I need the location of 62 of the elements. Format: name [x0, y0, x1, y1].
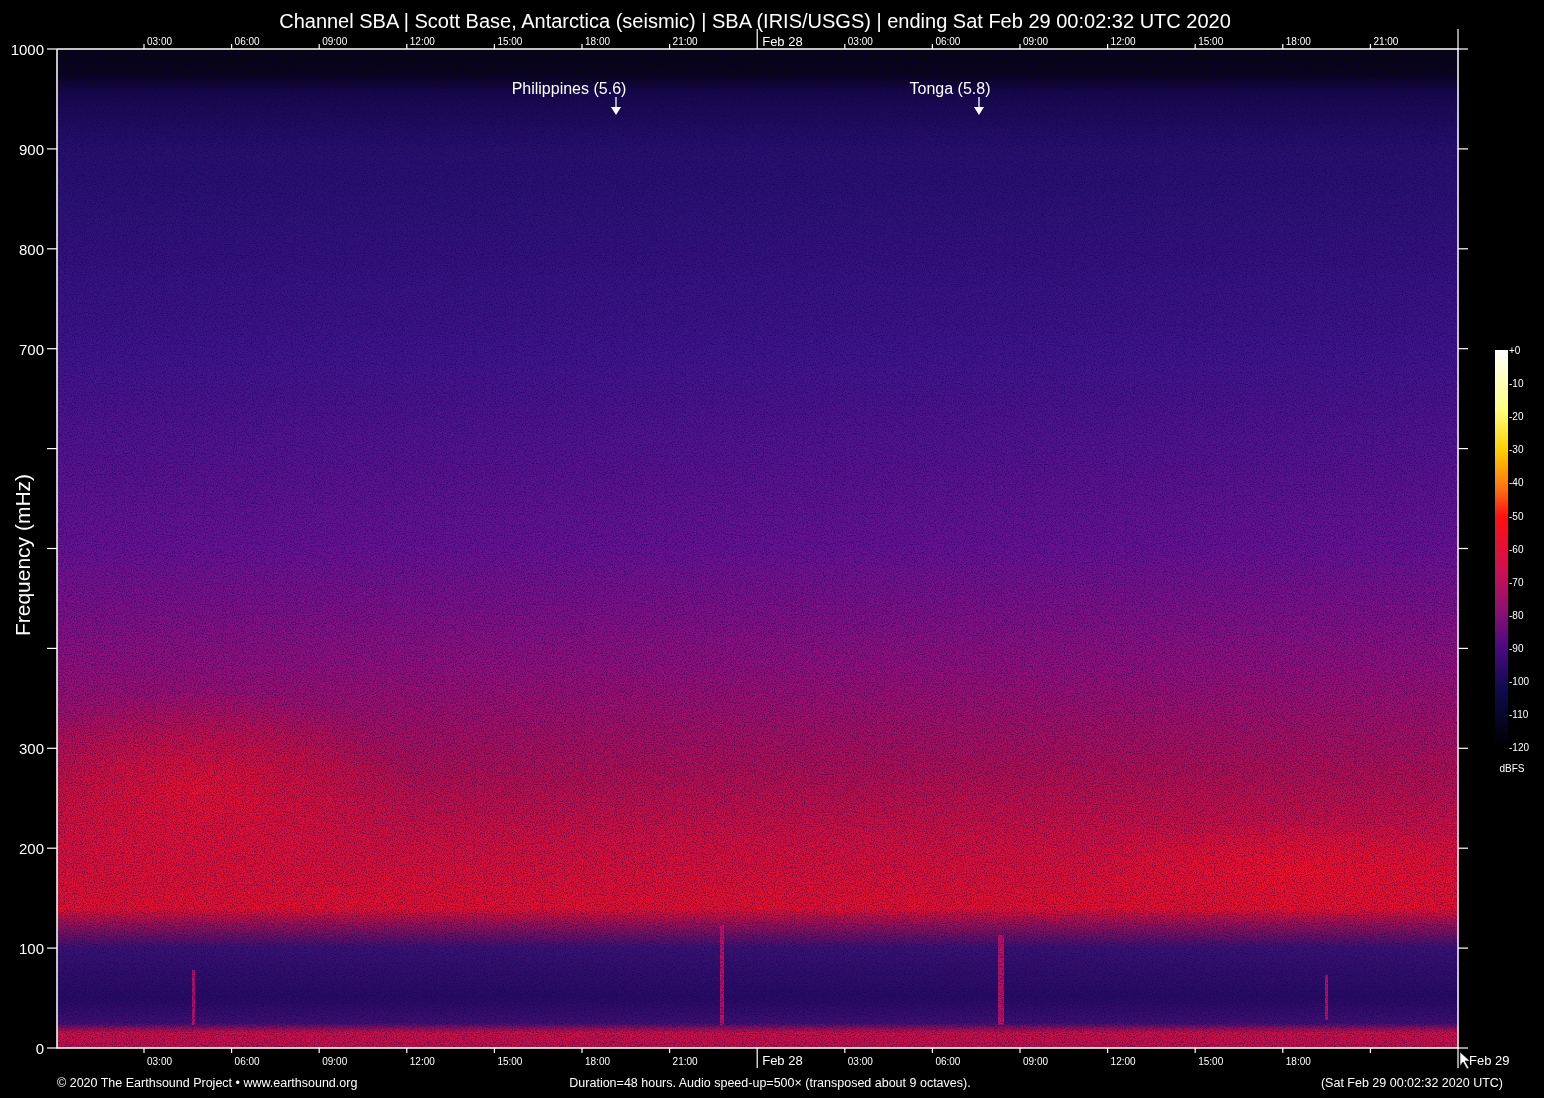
- axis-label: 03:00: [147, 1056, 173, 1067]
- colorbar-label: +0: [1509, 345, 1521, 356]
- axis-label: 300: [18, 740, 44, 758]
- axis-label: 09:00: [322, 1056, 348, 1067]
- axis-label: 15:00: [497, 36, 523, 47]
- colorbar-label: -120: [1509, 742, 1529, 754]
- axis-label: 21:00: [672, 1056, 698, 1067]
- axis-label: 12:00: [409, 36, 435, 47]
- axis-label: Feb 28: [762, 34, 803, 49]
- colorbar-label: -40: [1509, 477, 1524, 489]
- colorbar-label: -30: [1509, 444, 1524, 456]
- axis-label: 09:00: [1023, 36, 1049, 47]
- axis-label: 06:00: [935, 1056, 961, 1067]
- axis-label: 12:00: [1110, 36, 1136, 47]
- timestamp-text: (Sat Feb 29 00:02:32 2020 UTC): [1320, 1076, 1503, 1090]
- event-label: Tonga (5.8): [909, 80, 991, 97]
- copyright-text: © 2020 The Earthsound Project • www.earthsound.org: [57, 1076, 358, 1090]
- axis-label: 1000: [10, 41, 44, 58]
- axis-label: 09:00: [1023, 1056, 1049, 1067]
- axis-label: 800: [18, 240, 44, 258]
- colorbar-label: -90: [1509, 642, 1524, 654]
- chart-title: Channel SBA | Scott Base, Antarctica (seismic) | SBA (IRIS/USGS) | ending Sat Feb 29 00:02:32 UTC 2020: [279, 10, 1231, 32]
- colorbar-label: -70: [1509, 576, 1524, 588]
- axis-label: 06:00: [234, 36, 260, 47]
- axis-label: 200: [18, 840, 44, 858]
- axis-label: 21:00: [1373, 36, 1399, 47]
- axis-label: 15:00: [1198, 36, 1224, 47]
- axis-label: 15:00: [497, 1056, 523, 1067]
- axis-label: 03:00: [847, 1056, 873, 1067]
- axis-label: 15:00: [1198, 1056, 1224, 1067]
- event-label: Philippines (5.6): [511, 80, 627, 97]
- colorbar-label: -100: [1509, 676, 1529, 687]
- axis-label: 900: [18, 140, 44, 158]
- colorbar-label: -80: [1509, 609, 1524, 621]
- axis-label: 12:00: [1110, 1056, 1136, 1067]
- axis-label: 12:00: [409, 1056, 435, 1067]
- mouse-cursor-icon: [1459, 1051, 1471, 1070]
- axis-label: 06:00: [935, 36, 961, 47]
- axis-label: Feb 28: [762, 1053, 803, 1068]
- axis-label: 700: [18, 340, 44, 358]
- axis-label: 21:00: [672, 36, 698, 47]
- axis-label: 18:00: [1285, 36, 1311, 47]
- colorbar-label: -10: [1509, 378, 1524, 390]
- colorbar-unit: dBFS: [1499, 763, 1525, 774]
- axis-label: 03:00: [147, 36, 173, 47]
- axis-label: 09:00: [322, 36, 348, 47]
- duration-text: Duration=48 hours. Audio speed-up=500× (transposed about 9 octaves).: [569, 1076, 971, 1090]
- axis-label: 100: [18, 940, 44, 958]
- axis-label: 03:00: [847, 36, 873, 47]
- axis-label: Feb 29: [1469, 1053, 1510, 1068]
- axis-label: 18:00: [1285, 1056, 1311, 1067]
- colorbar-label: -20: [1509, 411, 1524, 423]
- axis-label: 18:00: [585, 36, 611, 47]
- axis-label: 0: [35, 1040, 44, 1057]
- colorbar-label: -50: [1509, 510, 1524, 522]
- axis-label: 06:00: [234, 1056, 260, 1067]
- colorbar-label: -110: [1509, 709, 1529, 721]
- axis-title: Frequency (mHz): [11, 473, 34, 637]
- arrow-icon: [611, 96, 621, 115]
- arrow-icon: [974, 96, 984, 115]
- colorbar-label: -60: [1509, 543, 1524, 555]
- axis-label: 18:00: [585, 1056, 611, 1067]
